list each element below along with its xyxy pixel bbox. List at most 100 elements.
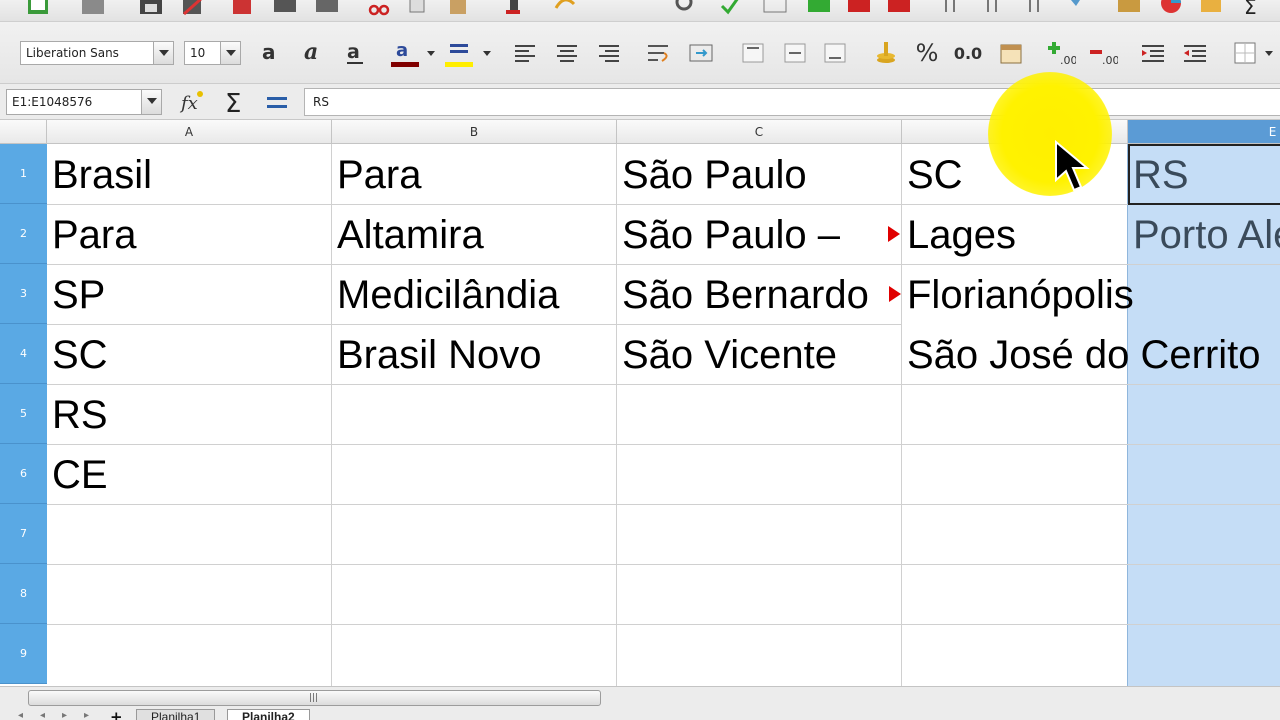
row-header-4[interactable]: 4 — [0, 324, 47, 384]
save-icon[interactable] — [138, 0, 164, 18]
formula-input[interactable]: RS — [304, 88, 1280, 116]
cell-a5[interactable]: RS — [47, 384, 108, 444]
font-name-box[interactable]: Liberation Sans — [20, 41, 174, 65]
row-header-1[interactable]: 1 — [0, 144, 47, 204]
bold-button[interactable]: a — [256, 38, 286, 68]
cell-d3[interactable]: Florianópolis — [902, 264, 1134, 324]
cell-a6[interactable]: CE — [47, 444, 108, 504]
row-icon[interactable] — [762, 0, 788, 18]
column-header-a[interactable]: A — [47, 120, 332, 144]
delete-column-icon[interactable] — [886, 0, 912, 18]
cell-d1[interactable]: SC — [902, 144, 963, 204]
cell-a3[interactable]: SP — [47, 264, 105, 324]
sort-descending-icon[interactable] — [980, 0, 1006, 18]
align-right-button[interactable] — [594, 38, 624, 68]
horizontal-scrollbar[interactable]: ||| — [28, 690, 601, 706]
highlight-color-button[interactable] — [444, 38, 474, 68]
column-header-b[interactable]: B — [332, 120, 617, 144]
cell-c4[interactable]: São Vicente — [617, 324, 837, 384]
column-header-c[interactable]: C — [617, 120, 902, 144]
cell-e2[interactable]: Porto Alegre — [1128, 204, 1280, 264]
align-top-button[interactable] — [738, 38, 768, 68]
align-left-button[interactable] — [510, 38, 540, 68]
insert-image-icon[interactable] — [1116, 0, 1142, 18]
wrap-text-button[interactable] — [644, 38, 674, 68]
last-sheet-icon[interactable]: ▸ — [84, 710, 89, 720]
open-folder-icon[interactable] — [80, 0, 106, 18]
row-header-9[interactable]: 9 — [0, 624, 47, 684]
number-format-button[interactable]: 0.0 — [950, 38, 986, 68]
merge-cells-button[interactable] — [686, 38, 716, 68]
function-wizard-button[interactable]: fx — [178, 87, 208, 117]
delete-row-icon[interactable] — [846, 0, 872, 18]
decrease-indent-button[interactable] — [1180, 38, 1210, 68]
cell-b3[interactable]: Medicilândia — [332, 264, 559, 324]
autofilter-icon[interactable] — [1062, 0, 1088, 18]
cell-a4[interactable]: SC — [47, 324, 108, 384]
sum-icon[interactable]: Σ — [1242, 0, 1268, 18]
clone-formatting-icon[interactable] — [502, 0, 528, 18]
name-box[interactable]: E1:E1048576 — [6, 89, 162, 115]
align-middle-button[interactable] — [780, 38, 810, 68]
cell-c3[interactable]: São Bernardo — [617, 264, 889, 324]
cell-b2[interactable]: Altamira — [332, 204, 484, 264]
sort-ascending-icon[interactable] — [938, 0, 964, 18]
highlight-dropdown[interactable] — [480, 38, 494, 68]
delete-decimal-button[interactable]: .00 — [1086, 38, 1120, 68]
undo-icon[interactable] — [552, 0, 578, 18]
cut-icon[interactable] — [366, 0, 392, 18]
spreadsheet-icon[interactable] — [26, 0, 52, 18]
borders-button[interactable] — [1230, 38, 1260, 68]
underline-button[interactable]: a — [340, 38, 370, 68]
chevron-down-icon[interactable] — [220, 42, 240, 64]
row-header-2[interactable]: 2 — [0, 204, 47, 264]
cell-b4[interactable]: Brasil Novo — [332, 324, 542, 384]
font-size-box[interactable]: 10 — [184, 41, 241, 65]
next-sheet-icon[interactable]: ▸ — [62, 710, 67, 720]
insert-chart-icon[interactable] — [1158, 0, 1184, 18]
increase-indent-button[interactable] — [1138, 38, 1168, 68]
first-sheet-icon[interactable]: ◂ — [18, 710, 23, 720]
print-icon[interactable] — [272, 0, 298, 18]
row-header-5[interactable]: 5 — [0, 384, 47, 444]
add-sheet-icon[interactable]: + — [110, 708, 123, 720]
font-color-dropdown[interactable] — [424, 38, 438, 68]
formula-button[interactable] — [262, 87, 292, 117]
add-decimal-button[interactable]: .00 — [1044, 38, 1078, 68]
row-header-3[interactable]: 3 — [0, 264, 47, 324]
row-header-7[interactable]: 7 — [0, 504, 47, 564]
align-bottom-button[interactable] — [820, 38, 850, 68]
paste-icon[interactable] — [446, 0, 472, 18]
cell-d2[interactable]: Lages — [902, 204, 1016, 264]
chevron-down-icon[interactable] — [141, 90, 161, 114]
sheet-tab-planilha2[interactable]: Planilha2 — [227, 709, 310, 720]
date-format-button[interactable] — [996, 38, 1026, 68]
row-header-6[interactable]: 6 — [0, 444, 47, 504]
align-center-button[interactable] — [552, 38, 582, 68]
cell-a2[interactable]: Para — [47, 204, 137, 264]
spellcheck-icon[interactable] — [716, 0, 742, 18]
sheet-tab-planilha1[interactable]: Planilha1 — [136, 709, 216, 720]
insert-column-icon[interactable] — [806, 0, 832, 18]
row-header-8[interactable]: 8 — [0, 564, 47, 624]
column-header-e[interactable]: E — [1128, 120, 1280, 144]
cell-b1[interactable]: Para — [332, 144, 422, 204]
copy-icon[interactable] — [406, 0, 432, 18]
spreadsheet-grid[interactable]: A B C D E 1 2 3 4 5 6 7 8 9 Brasil Para … — [0, 120, 1280, 686]
export-pdf-icon[interactable] — [230, 0, 256, 18]
sum-button[interactable]: Σ — [220, 87, 250, 117]
font-color-button[interactable]: a — [390, 38, 420, 68]
find-replace-icon[interactable] — [672, 0, 698, 18]
cell-c2[interactable]: São Paulo – — [617, 204, 885, 264]
edit-file-icon[interactable] — [180, 0, 206, 18]
italic-button[interactable]: a — [298, 38, 328, 68]
percent-format-button[interactable]: % — [912, 38, 942, 68]
cell-c1[interactable]: São Paulo — [617, 144, 807, 204]
previous-sheet-icon[interactable]: ◂ — [40, 710, 45, 720]
pivot-table-icon[interactable] — [1198, 0, 1224, 18]
chevron-down-icon[interactable] — [153, 42, 173, 64]
sort-icon[interactable] — [1022, 0, 1048, 18]
currency-format-button[interactable] — [870, 38, 900, 68]
borders-dropdown[interactable] — [1262, 38, 1276, 68]
cell-d4[interactable]: São José do Cerrito — [902, 324, 1261, 384]
